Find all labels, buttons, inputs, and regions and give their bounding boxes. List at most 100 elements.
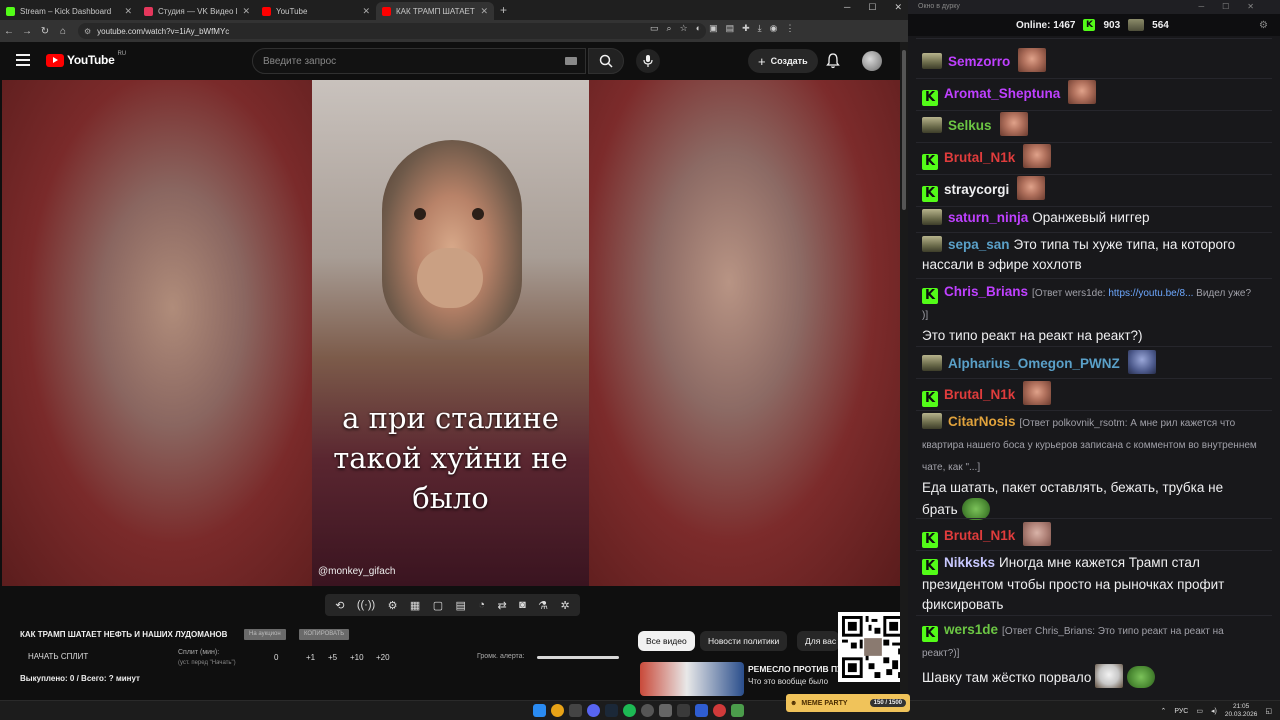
app-icon[interactable] [569, 704, 582, 717]
spotify-icon[interactable] [623, 704, 636, 717]
reload-icon[interactable]: ↻ [36, 26, 54, 37]
add-10-button[interactable]: +10 [350, 653, 364, 662]
close-window-icon[interactable]: ✕ [894, 2, 902, 13]
notifications-bell-icon[interactable] [826, 53, 840, 69]
obs-icon[interactable] [641, 704, 654, 717]
chat-window-controls[interactable]: ─☐✕ [1198, 2, 1272, 11]
add-5-button[interactable]: +5 [328, 653, 337, 662]
profile-icon[interactable]: ◉ [770, 23, 778, 34]
forward-icon[interactable]: → [18, 26, 36, 37]
filter-icon[interactable]: ⚗ [538, 599, 548, 612]
download-icon[interactable]: ⤓ [758, 23, 762, 34]
search-input[interactable] [263, 55, 553, 67]
chip-politics-news[interactable]: Новости политики [700, 631, 788, 651]
discord-icon[interactable] [587, 704, 600, 717]
windows-start-icon[interactable] [533, 704, 546, 717]
youtube-logo[interactable]: YouTube RU [46, 51, 126, 67]
notifications-icon[interactable]: ◱ [1265, 707, 1272, 715]
chat-settings-icon[interactable]: ⚙ [1259, 20, 1268, 31]
close-tab-icon[interactable]: ✕ [480, 6, 488, 17]
chat-username[interactable]: Aromat_Sheptuna [944, 86, 1060, 101]
chat-username[interactable]: Alpharius_Omegon_PWNZ [948, 356, 1120, 371]
chat-username[interactable]: straycorgi [944, 182, 1009, 197]
search-button[interactable] [588, 48, 624, 74]
bookmark-star-icon[interactable]: ☆ [680, 23, 688, 34]
add-20-button[interactable]: +20 [376, 653, 390, 662]
app-icon[interactable] [731, 704, 744, 717]
mirror-icon[interactable]: ⇄ [497, 599, 506, 612]
loop-icon[interactable]: ⟲ [335, 599, 344, 612]
app-icon[interactable] [659, 704, 672, 717]
chat-username[interactable]: sepa_san [948, 237, 1010, 252]
chat-username[interactable]: CitarNosis [948, 414, 1016, 429]
app-icon[interactable] [677, 704, 690, 717]
back-icon[interactable]: ← [0, 26, 18, 37]
steam-icon[interactable] [605, 704, 618, 717]
start-split-button[interactable]: НАЧАТЬ СПЛИТ [28, 652, 88, 661]
app-icon[interactable] [713, 704, 726, 717]
video-player[interactable]: а при сталине такой хуйни не было @monke… [2, 80, 900, 586]
meme-party-widget[interactable]: ☻ MEME PARTY 150 / 1500 [786, 694, 910, 712]
gear-icon[interactable]: ✲ [560, 599, 569, 612]
voice-search-button[interactable] [636, 49, 660, 73]
film-icon[interactable]: ▦ [410, 599, 420, 612]
minimize-icon[interactable]: ─ [844, 2, 850, 13]
network-icon[interactable]: ▭ [1196, 707, 1203, 715]
chat-username[interactable]: Nikksks [944, 555, 995, 570]
home-icon[interactable]: ⌂ [54, 26, 72, 37]
language-indicator[interactable]: РУС [1174, 708, 1188, 715]
extension-icon[interactable]: ▣ [709, 23, 718, 34]
alert-volume-slider[interactable] [537, 656, 619, 659]
close-tab-icon[interactable]: ✕ [124, 6, 132, 17]
tab-kick-dashboard[interactable]: Stream – Kick Dashboard ✕ [0, 2, 138, 20]
split-value[interactable]: 0 [274, 653, 278, 662]
chat-username[interactable]: Chris_Brians [944, 284, 1028, 299]
chat-username[interactable]: Semzorro [948, 54, 1010, 69]
maximize-icon[interactable]: ☐ [868, 2, 876, 13]
copy-button[interactable]: КОПИРОВАТЬ [299, 629, 350, 640]
chat-username[interactable]: Brutal_N1k [944, 150, 1015, 165]
cast-icon[interactable]: ▭ [650, 23, 659, 34]
app-icon[interactable] [695, 704, 708, 717]
scrollbar-thumb[interactable] [902, 50, 906, 210]
settings-video-icon[interactable]: ⚙ [388, 599, 398, 612]
hamburger-menu-icon[interactable] [16, 54, 30, 66]
tray-chevron-icon[interactable]: ⌃ [1160, 707, 1166, 715]
tab-current-video[interactable]: КАК ТРАМП ШАТАЕТ НЕФ… ✕ [376, 2, 494, 20]
volume-icon[interactable]: ◂) [1211, 707, 1217, 715]
url-bar[interactable]: ⚙ youtube.com/watch?v=1iAy_bWfMYc [78, 23, 706, 39]
tab-youtube[interactable]: YouTube ✕ [256, 2, 376, 20]
extension-icon[interactable]: ◐ [696, 23, 701, 34]
theater-icon[interactable]: ▤ [456, 599, 466, 612]
tab-vk-studio[interactable]: Студия — VK Видео Live ✕ [138, 2, 256, 20]
chip-for-you[interactable]: Для вас [797, 631, 839, 651]
audio-icon[interactable]: ((·)) [357, 599, 375, 611]
extensions-puzzle-icon[interactable]: ✚ [742, 23, 750, 34]
speed-icon[interactable]: ◔ [478, 599, 485, 611]
related-video-title[interactable]: РЕМЕСЛО ПРОТИВ ПУ [748, 664, 838, 674]
create-button[interactable]: + Создать [748, 49, 818, 73]
clock[interactable]: 21:05 20.03.2026 [1225, 703, 1258, 719]
screenshot-icon[interactable]: ◙ [519, 599, 526, 611]
chrome-icon[interactable] [551, 704, 564, 717]
chat-username[interactable]: Brutal_N1k [944, 528, 1015, 543]
site-info-icon[interactable]: ⚙ [84, 27, 91, 36]
new-tab-button[interactable]: + [494, 2, 513, 20]
menu-dots-icon[interactable]: ⋮ [786, 23, 795, 34]
account-avatar[interactable] [862, 51, 882, 71]
close-tab-icon[interactable]: ✕ [242, 6, 250, 17]
auction-button[interactable]: На аукцион [244, 629, 286, 640]
related-video-thumbnail[interactable] [640, 662, 744, 696]
pip-icon[interactable]: ▢ [433, 599, 443, 612]
reply-link[interactable]: https://youtu.be/8... [1108, 288, 1193, 299]
add-1-button[interactable]: +1 [306, 653, 315, 662]
chat-username[interactable]: saturn_ninja [948, 210, 1028, 225]
keyboard-icon[interactable] [565, 57, 577, 65]
extension-icon[interactable]: ▤ [726, 23, 735, 34]
close-tab-icon[interactable]: ✕ [362, 6, 370, 17]
chat-username[interactable]: wers1de [944, 622, 998, 637]
chat-username[interactable]: Brutal_N1k [944, 387, 1015, 402]
chip-all-videos[interactable]: Все видео [638, 631, 695, 651]
chat-username[interactable]: Selkus [948, 118, 992, 133]
zoom-icon[interactable]: ⌕ [667, 23, 672, 34]
